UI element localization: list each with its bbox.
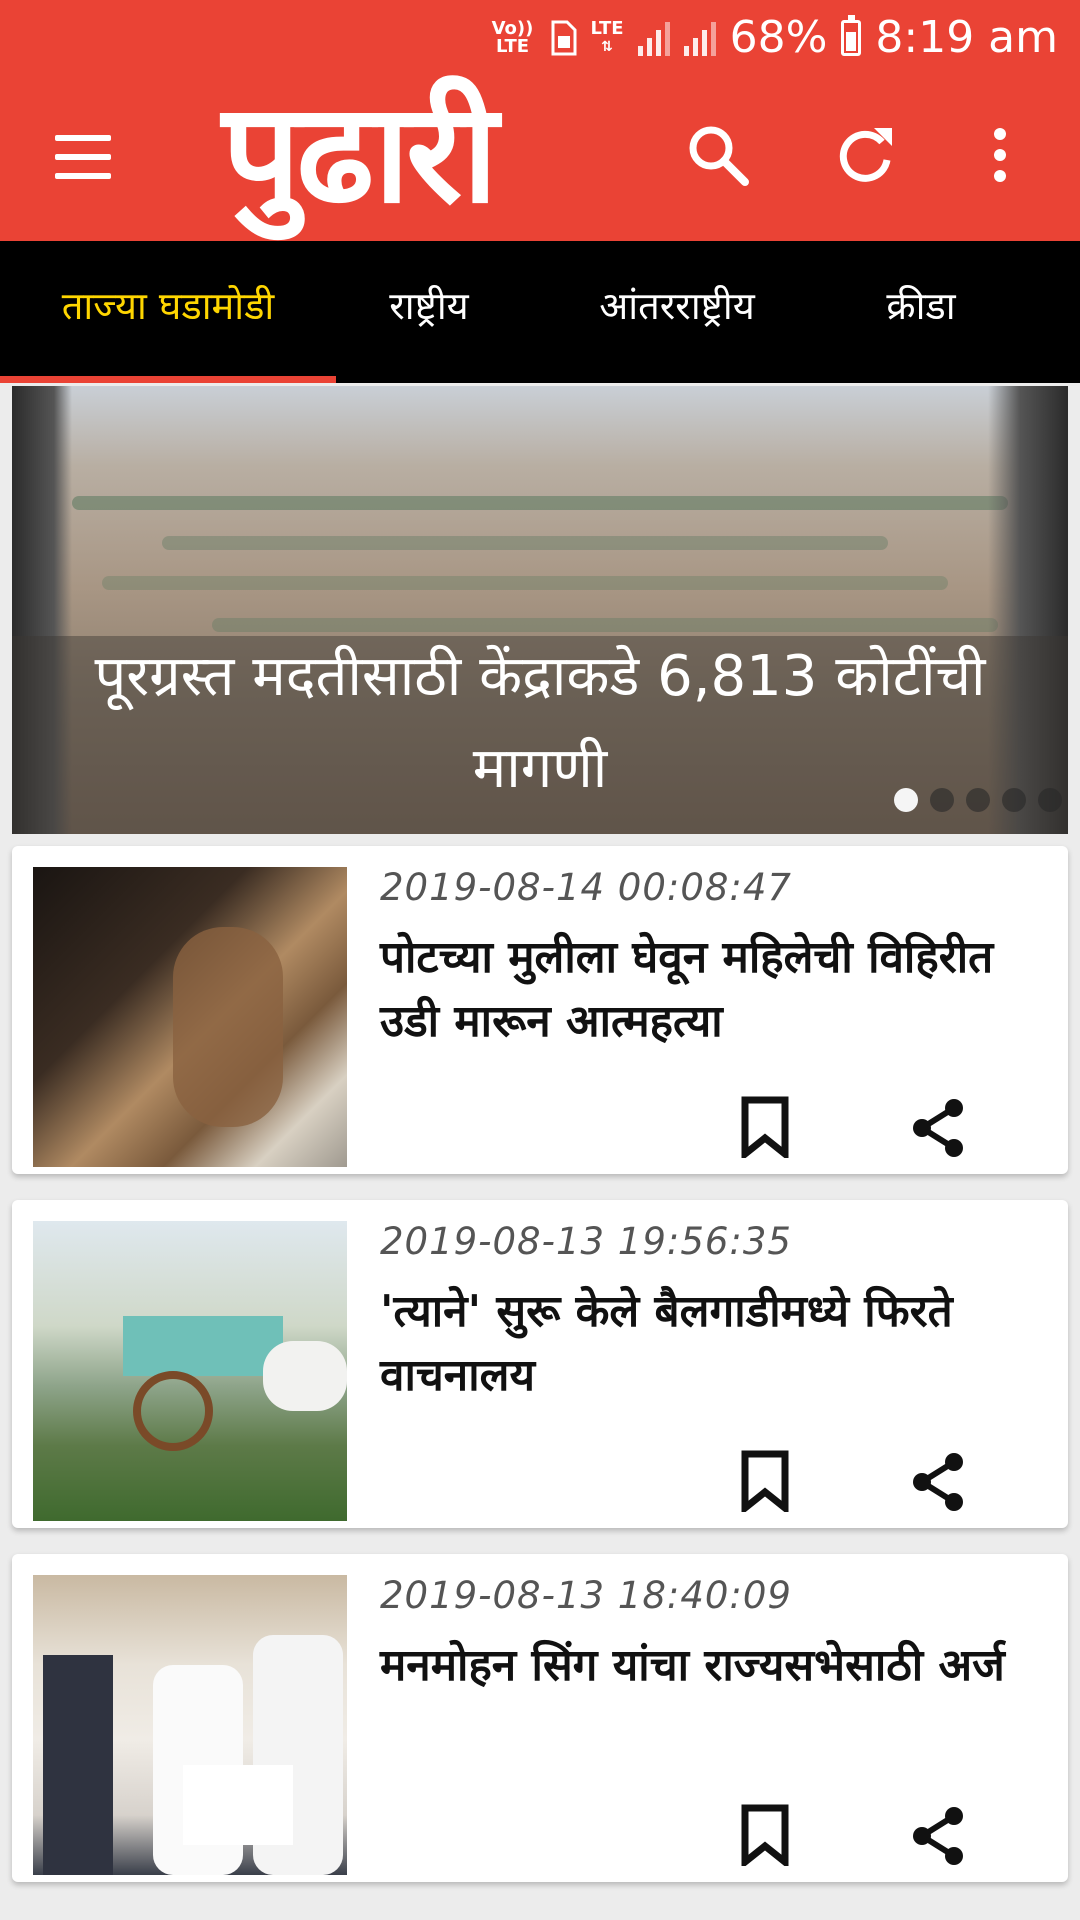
article-timestamp: 2019-08-13 19:56:35 bbox=[380, 1220, 792, 1263]
article-timestamp: 2019-08-14 00:08:47 bbox=[380, 866, 792, 909]
search-icon[interactable] bbox=[683, 120, 753, 190]
hero-image-detail bbox=[72, 496, 1008, 510]
app-logo: पुढारी bbox=[222, 73, 498, 234]
tab-national[interactable]: राष्ट्रीय bbox=[336, 241, 522, 383]
tab-latest-news[interactable]: ताज्या घडामोडी bbox=[0, 241, 336, 383]
hero-caption: पूरग्रस्त मदतीसाठी केंद्राकडे 6,813 कोटी… bbox=[94, 644, 986, 801]
clock: 8:19 am bbox=[875, 12, 1058, 63]
bookmark-icon[interactable] bbox=[740, 1450, 790, 1512]
hero-carousel[interactable]: पूरग्रस्त मदतीसाठी केंद्राकडे 6,813 कोटी… bbox=[12, 386, 1068, 834]
article-card[interactable]: 2019-08-13 18:40:09 मनमोहन सिंग यांचा रा… bbox=[12, 1554, 1068, 1882]
refresh-icon[interactable] bbox=[830, 120, 900, 190]
active-tab-indicator bbox=[0, 376, 336, 383]
article-thumbnail bbox=[33, 867, 347, 1167]
article-thumbnail bbox=[33, 1575, 347, 1875]
signal-strength-icon-2 bbox=[683, 20, 716, 56]
battery-icon bbox=[841, 14, 862, 56]
carousel-dot[interactable] bbox=[1038, 788, 1062, 812]
volte-indicator: Vo)) LTE bbox=[491, 17, 534, 57]
hero-image-detail bbox=[212, 618, 998, 632]
article-thumbnail bbox=[33, 1221, 347, 1521]
category-tabs: ताज्या घडामोडी राष्ट्रीय आंतरराष्ट्रीय क… bbox=[0, 241, 1080, 383]
lte-indicator: LTE ⇅ bbox=[590, 17, 624, 55]
bookmark-icon[interactable] bbox=[740, 1096, 790, 1158]
more-vert-icon[interactable] bbox=[975, 120, 1025, 190]
article-timestamp: 2019-08-13 18:40:09 bbox=[380, 1574, 792, 1617]
carousel-dot[interactable] bbox=[1002, 788, 1026, 812]
menu-icon[interactable] bbox=[55, 135, 111, 179]
share-icon[interactable] bbox=[908, 1452, 968, 1512]
article-card[interactable]: 2019-08-13 19:56:35 'त्याने' सुरू केले ब… bbox=[12, 1200, 1068, 1528]
carousel-dot[interactable] bbox=[930, 788, 954, 812]
share-icon[interactable] bbox=[908, 1098, 968, 1158]
hero-image-detail bbox=[102, 576, 948, 590]
article-title: पोटच्या मुलीला घेवून महिलेची विहिरीत उडी… bbox=[380, 932, 994, 1047]
tab-sports[interactable]: क्रीडा bbox=[850, 241, 992, 383]
bookmark-icon[interactable] bbox=[740, 1804, 790, 1866]
signal-strength-icon bbox=[637, 20, 670, 56]
sim-card-icon bbox=[551, 20, 576, 55]
app-bar: पुढारी bbox=[0, 73, 1080, 241]
carousel-dot[interactable] bbox=[966, 788, 990, 812]
carousel-dot[interactable] bbox=[894, 788, 918, 812]
article-title: मनमोहन सिंग यांचा राज्यसभेसाठी अर्ज bbox=[380, 1640, 1005, 1691]
carousel-indicator bbox=[894, 788, 1062, 812]
article-title: 'त्याने' सुरू केले बैलगाडीमध्ये फिरते वा… bbox=[380, 1286, 953, 1401]
battery-percent: 68% bbox=[729, 12, 828, 63]
hero-image-detail bbox=[162, 536, 888, 550]
tab-international[interactable]: आंतरराष्ट्रीय bbox=[560, 241, 794, 383]
status-bar: Vo)) LTE LTE ⇅ 68% 8:19 am bbox=[0, 0, 1080, 75]
article-card[interactable]: 2019-08-14 00:08:47 पोटच्या मुलीला घेवून… bbox=[12, 846, 1068, 1174]
share-icon[interactable] bbox=[908, 1806, 968, 1866]
